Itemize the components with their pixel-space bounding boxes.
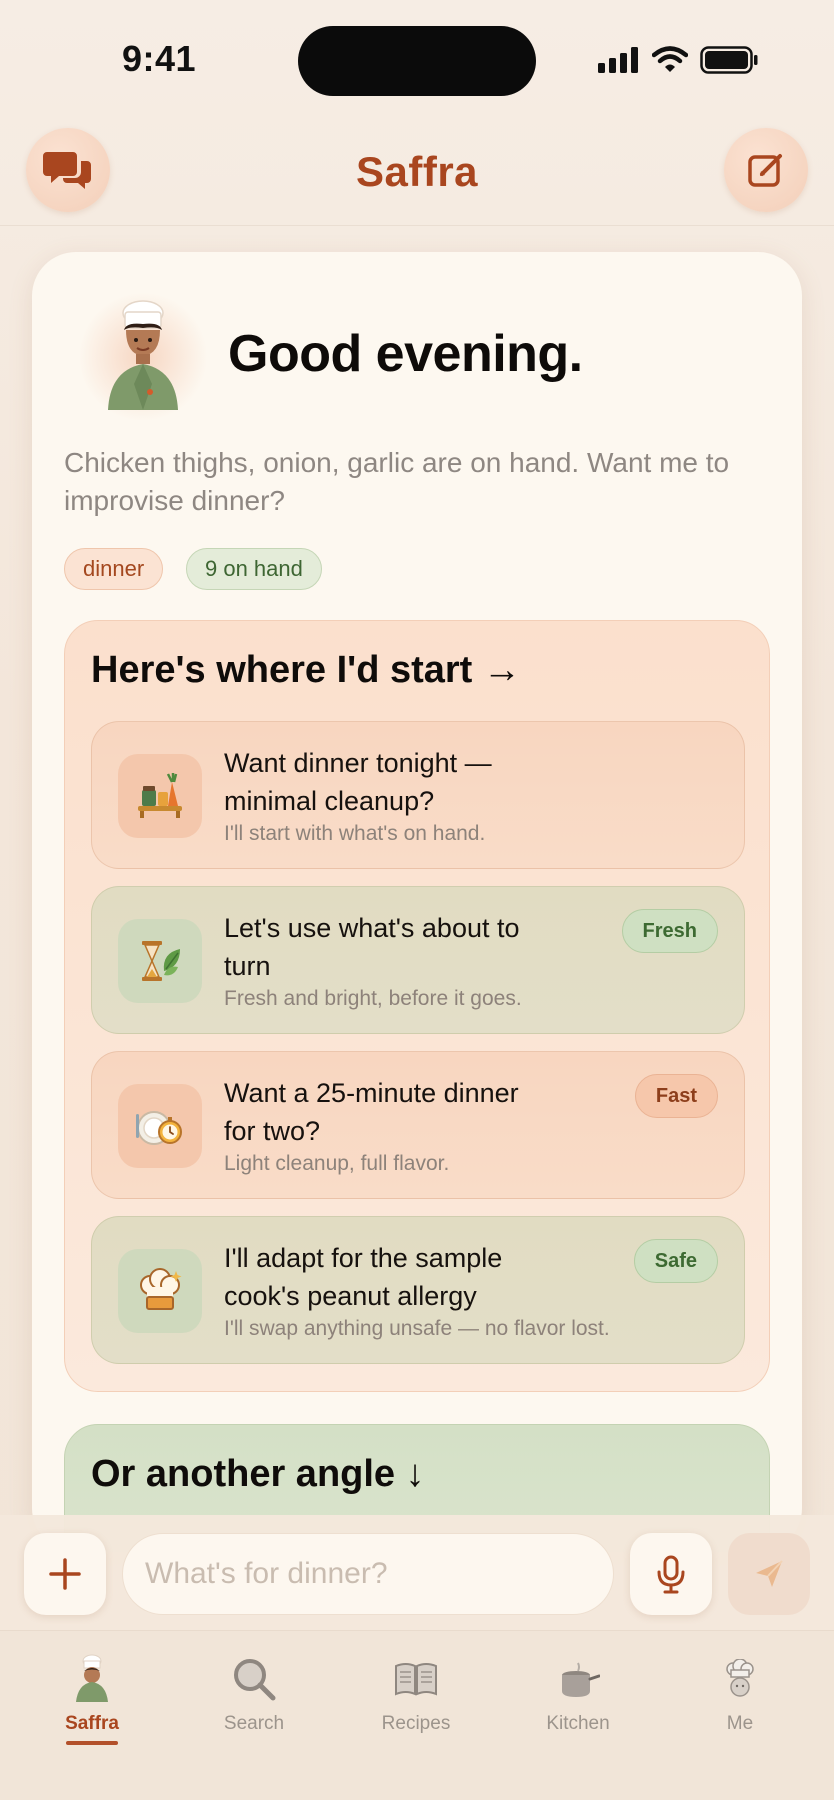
active-tab-indicator (66, 1741, 118, 1745)
home-card: Good evening. Chicken thighs, onion, gar… (32, 252, 802, 1552)
microphone-icon (657, 1555, 685, 1594)
suggestion-title: Want dinner tonight — minimal cleanup? (224, 748, 492, 816)
suggestions-title: Here's where I'd start → (91, 649, 521, 691)
search-icon (184, 1653, 324, 1705)
chef-avatar-icon (22, 1653, 162, 1705)
suggestion-subtitle: Fresh and bright, before it goes. (224, 987, 522, 1010)
suggestion-card-allergy[interactable]: I'll adapt for the sample cook's peanut … (91, 1216, 745, 1364)
suggestion-subtitle: I'll start with what's on hand. (224, 822, 486, 845)
tab-label: Saffra (65, 1713, 119, 1734)
suggestion-card-use-it-up[interactable]: Let's use what's about to turn Fresh and… (91, 886, 745, 1034)
hourglass-leaf-icon (118, 919, 202, 1003)
status-icons (598, 46, 758, 74)
chef-profile-icon (670, 1653, 810, 1705)
tab-label: Me (726, 1713, 754, 1734)
add-button[interactable] (24, 1533, 106, 1615)
greeting-heading: Good evening. (228, 325, 583, 383)
chef-avatar-icon (108, 300, 178, 410)
new-chat-button[interactable] (724, 128, 808, 212)
tab-recipes[interactable]: Recipes (346, 1653, 486, 1753)
app-header: Saffra (0, 126, 834, 226)
tab-kitchen[interactable]: Kitchen (508, 1653, 648, 1753)
suggestion-title: I'll adapt for the sample cook's peanut … (224, 1243, 503, 1311)
suggestion-subtitle: I'll swap anything unsafe — no flavor lo… (224, 1317, 610, 1340)
suggestions-panel: Here's where I'd start → Want dinner ton… (64, 620, 770, 1392)
tab-search[interactable]: Search (184, 1653, 324, 1753)
fast-badge: Fast (634, 1074, 718, 1118)
suggestion-card-25-minute[interactable]: Want a 25-minute dinner for two? Light c… (91, 1051, 745, 1199)
tab-me[interactable]: Me (670, 1653, 810, 1753)
dynamic-island (298, 26, 536, 96)
on-hand-chip[interactable]: 9 on hand (186, 548, 322, 590)
pantry-shelf-icon (118, 754, 202, 838)
suggestion-card-minimal-cleanup[interactable]: Want dinner tonight — minimal cleanup? I… (91, 721, 745, 869)
status-time: 9:41 (122, 38, 197, 79)
fresh-badge: Fresh (621, 909, 718, 953)
plus-icon (49, 1558, 81, 1590)
composer-bar (0, 1515, 834, 1630)
tab-label: Search (223, 1713, 285, 1734)
suggestion-title: Let's use what's about to turn (224, 913, 520, 981)
open-book-icon (346, 1653, 486, 1705)
suggestion-title: Want a 25-minute dinner for two? (224, 1078, 519, 1146)
app-title: Saffra (355, 148, 479, 195)
send-button[interactable] (728, 1533, 810, 1615)
battery-icon (700, 46, 758, 74)
plate-timer-icon (118, 1084, 202, 1168)
chef-hat-icon (118, 1249, 202, 1333)
prompt-input[interactable] (122, 1533, 614, 1615)
chef-avatar (78, 292, 208, 422)
tab-bar: Saffra Search Recipes Kitchen Me (0, 1630, 834, 1800)
tab-saffra[interactable]: Saffra (22, 1653, 162, 1753)
cellular-signal-icon (598, 47, 638, 73)
suggestion-subtitle: Light cleanup, full flavor. (224, 1152, 450, 1175)
another-angle-title: Or another angle ↓ (91, 1453, 425, 1495)
tab-label: Kitchen (546, 1713, 610, 1734)
send-icon (756, 1560, 783, 1587)
greeting-subtitle: Chicken thighs, onion, garlic are on han… (64, 447, 730, 516)
compose-icon (748, 154, 782, 187)
wifi-icon (652, 46, 688, 72)
status-bar: 9:41 (0, 0, 834, 120)
meal-chip[interactable]: dinner (64, 548, 164, 590)
safe-badge: Safe (633, 1239, 718, 1283)
voice-button[interactable] (630, 1533, 712, 1615)
pot-icon (508, 1653, 648, 1705)
tab-label: Recipes (381, 1713, 451, 1734)
